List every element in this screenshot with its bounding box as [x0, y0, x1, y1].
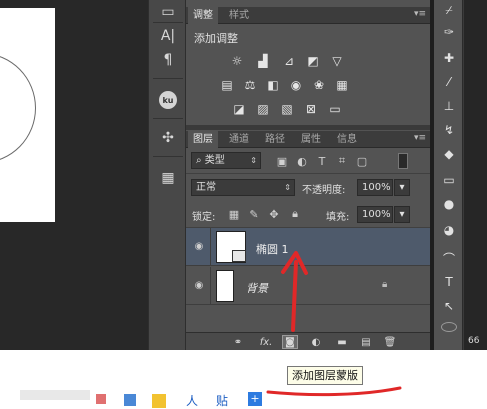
- red-underline: [266, 386, 402, 397]
- annotation-layer: [266, 251, 402, 397]
- tooltip: 添加图层蒙版: [287, 366, 363, 385]
- red-arrow-shaft: [291, 260, 298, 332]
